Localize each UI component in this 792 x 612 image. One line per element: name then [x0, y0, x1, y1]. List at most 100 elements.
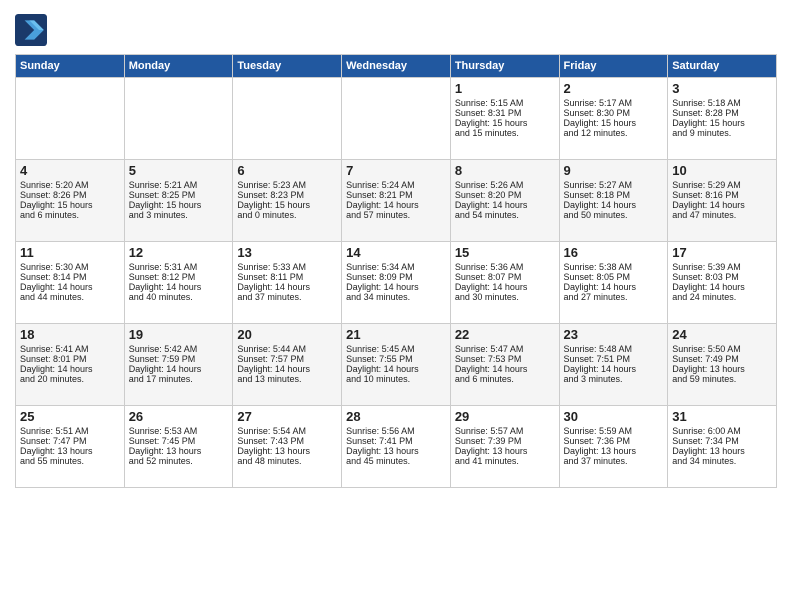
day-number: 7 — [346, 163, 446, 178]
day-cell: 27Sunrise: 5:54 AMSunset: 7:43 PMDayligh… — [233, 406, 342, 488]
day-info: Sunrise: 5:27 AM — [564, 180, 664, 190]
day-info: and 6 minutes. — [20, 210, 120, 220]
logo-icon — [15, 14, 47, 46]
day-info: and 41 minutes. — [455, 456, 555, 466]
day-number: 4 — [20, 163, 120, 178]
day-cell: 23Sunrise: 5:48 AMSunset: 7:51 PMDayligh… — [559, 324, 668, 406]
day-info: Daylight: 15 hours — [455, 118, 555, 128]
day-info: Daylight: 14 hours — [672, 200, 772, 210]
header-cell: Tuesday — [233, 55, 342, 78]
day-cell: 11Sunrise: 5:30 AMSunset: 8:14 PMDayligh… — [16, 242, 125, 324]
day-info: and 47 minutes. — [672, 210, 772, 220]
day-info: Daylight: 15 hours — [129, 200, 229, 210]
day-number: 24 — [672, 327, 772, 342]
day-cell: 13Sunrise: 5:33 AMSunset: 8:11 PMDayligh… — [233, 242, 342, 324]
day-info: Sunrise: 5:38 AM — [564, 262, 664, 272]
day-info: Daylight: 13 hours — [455, 446, 555, 456]
day-info: and 50 minutes. — [564, 210, 664, 220]
day-info: Sunset: 7:41 PM — [346, 436, 446, 446]
day-info: Sunrise: 5:33 AM — [237, 262, 337, 272]
day-number: 11 — [20, 245, 120, 260]
day-info: Sunrise: 5:57 AM — [455, 426, 555, 436]
day-number: 5 — [129, 163, 229, 178]
day-number: 21 — [346, 327, 446, 342]
day-info: Sunrise: 5:31 AM — [129, 262, 229, 272]
day-cell: 4Sunrise: 5:20 AMSunset: 8:26 PMDaylight… — [16, 160, 125, 242]
day-info: Sunset: 7:45 PM — [129, 436, 229, 446]
day-cell: 31Sunrise: 6:00 AMSunset: 7:34 PMDayligh… — [668, 406, 777, 488]
day-info: Daylight: 14 hours — [346, 282, 446, 292]
day-info: Daylight: 14 hours — [455, 364, 555, 374]
day-number: 9 — [564, 163, 664, 178]
day-number: 30 — [564, 409, 664, 424]
day-number: 10 — [672, 163, 772, 178]
day-cell: 28Sunrise: 5:56 AMSunset: 7:41 PMDayligh… — [342, 406, 451, 488]
day-number: 23 — [564, 327, 664, 342]
day-info: and 44 minutes. — [20, 292, 120, 302]
header-cell: Thursday — [450, 55, 559, 78]
header-cell: Wednesday — [342, 55, 451, 78]
day-info: and 20 minutes. — [20, 374, 120, 384]
day-info: Daylight: 14 hours — [129, 282, 229, 292]
day-info: Sunset: 8:09 PM — [346, 272, 446, 282]
day-number: 1 — [455, 81, 555, 96]
day-info: Daylight: 14 hours — [129, 364, 229, 374]
day-info: and 9 minutes. — [672, 128, 772, 138]
day-cell: 25Sunrise: 5:51 AMSunset: 7:47 PMDayligh… — [16, 406, 125, 488]
day-number: 31 — [672, 409, 772, 424]
day-info: and 0 minutes. — [237, 210, 337, 220]
week-row: 1Sunrise: 5:15 AMSunset: 8:31 PMDaylight… — [16, 78, 777, 160]
day-info: Sunrise: 5:29 AM — [672, 180, 772, 190]
day-info: Daylight: 13 hours — [564, 446, 664, 456]
day-cell: 2Sunrise: 5:17 AMSunset: 8:30 PMDaylight… — [559, 78, 668, 160]
day-info: Sunrise: 5:26 AM — [455, 180, 555, 190]
day-number: 15 — [455, 245, 555, 260]
day-cell: 1Sunrise: 5:15 AMSunset: 8:31 PMDaylight… — [450, 78, 559, 160]
page: SundayMondayTuesdayWednesdayThursdayFrid… — [0, 0, 792, 612]
day-info: Sunrise: 5:24 AM — [346, 180, 446, 190]
day-cell: 19Sunrise: 5:42 AMSunset: 7:59 PMDayligh… — [124, 324, 233, 406]
day-info: Daylight: 14 hours — [564, 364, 664, 374]
day-cell: 18Sunrise: 5:41 AMSunset: 8:01 PMDayligh… — [16, 324, 125, 406]
week-row: 18Sunrise: 5:41 AMSunset: 8:01 PMDayligh… — [16, 324, 777, 406]
day-info: Sunset: 8:16 PM — [672, 190, 772, 200]
day-info: and 54 minutes. — [455, 210, 555, 220]
day-info: and 34 minutes. — [346, 292, 446, 302]
day-info: Sunset: 8:01 PM — [20, 354, 120, 364]
day-cell — [342, 78, 451, 160]
day-info: Sunset: 7:49 PM — [672, 354, 772, 364]
day-number: 29 — [455, 409, 555, 424]
day-info: Daylight: 14 hours — [455, 282, 555, 292]
week-row: 11Sunrise: 5:30 AMSunset: 8:14 PMDayligh… — [16, 242, 777, 324]
day-info: and 52 minutes. — [129, 456, 229, 466]
header-cell: Friday — [559, 55, 668, 78]
day-info: Sunrise: 5:17 AM — [564, 98, 664, 108]
day-cell: 5Sunrise: 5:21 AMSunset: 8:25 PMDaylight… — [124, 160, 233, 242]
day-info: Sunset: 7:36 PM — [564, 436, 664, 446]
header-row: SundayMondayTuesdayWednesdayThursdayFrid… — [16, 55, 777, 78]
day-info: Daylight: 14 hours — [20, 364, 120, 374]
day-info: Sunrise: 5:53 AM — [129, 426, 229, 436]
day-cell: 29Sunrise: 5:57 AMSunset: 7:39 PMDayligh… — [450, 406, 559, 488]
day-info: Sunset: 8:26 PM — [20, 190, 120, 200]
day-info: Sunset: 8:14 PM — [20, 272, 120, 282]
header-cell: Saturday — [668, 55, 777, 78]
day-info: Daylight: 14 hours — [237, 282, 337, 292]
day-number: 18 — [20, 327, 120, 342]
day-info: Sunset: 8:21 PM — [346, 190, 446, 200]
day-info: Daylight: 13 hours — [346, 446, 446, 456]
day-info: Sunrise: 5:56 AM — [346, 426, 446, 436]
day-info: and 57 minutes. — [346, 210, 446, 220]
day-info: Sunrise: 6:00 AM — [672, 426, 772, 436]
day-info: Sunset: 8:20 PM — [455, 190, 555, 200]
day-info: Sunset: 8:28 PM — [672, 108, 772, 118]
day-info: Sunset: 7:53 PM — [455, 354, 555, 364]
day-info: Daylight: 14 hours — [346, 200, 446, 210]
day-info: and 27 minutes. — [564, 292, 664, 302]
day-number: 14 — [346, 245, 446, 260]
day-info: and 37 minutes. — [237, 292, 337, 302]
day-info: and 13 minutes. — [237, 374, 337, 384]
day-info: Sunrise: 5:23 AM — [237, 180, 337, 190]
day-info: Sunset: 7:43 PM — [237, 436, 337, 446]
day-info: Sunset: 8:12 PM — [129, 272, 229, 282]
